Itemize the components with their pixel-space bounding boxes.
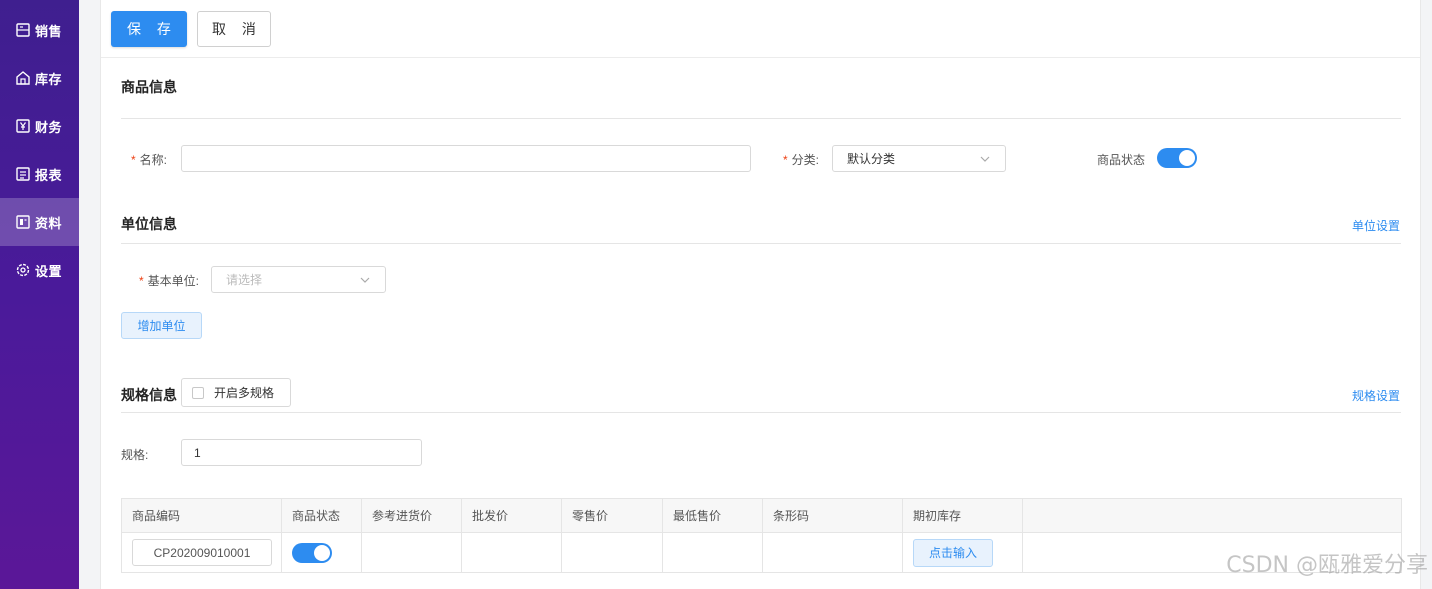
sidebar-item-sales[interactable]: 销售 [0, 6, 79, 54]
main-panel: 保 存 取 消 商品信息 * 名称: * 分类: 默认分类 商品状态 单位信息 单位… [100, 0, 1421, 589]
spec-input[interactable]: 1 [181, 439, 422, 466]
checkbox-icon [192, 386, 204, 399]
cell-min-price[interactable] [662, 532, 763, 573]
col-header-min-price: 最低售价 [662, 498, 763, 533]
base-unit-select[interactable]: 请选择 [211, 266, 386, 293]
col-header-barcode: 条形码 [762, 498, 903, 533]
status-label: 商品状态 [1097, 153, 1146, 167]
sidebar-item-label: 资料 [35, 215, 63, 231]
col-header-extra [1022, 498, 1402, 533]
warehouse-icon [16, 71, 30, 85]
sku-table: 商品编码 商品状态 参考进货价 批发价 零售价 最低售价 条形码 期初库存 CP… [121, 498, 1402, 573]
toolbar: 保 存 取 消 [101, 0, 1420, 58]
cell-retail-price[interactable] [561, 532, 663, 573]
cell-ref-purchase-price[interactable] [361, 532, 462, 573]
sidebar-item-label: 报表 [35, 167, 63, 183]
row-status-switch[interactable] [292, 542, 332, 563]
multi-spec-checkbox[interactable]: 开启多规格 [181, 378, 291, 407]
sidebar-item-label: 财务 [35, 119, 63, 135]
cell-code: CP202009010001 [121, 532, 282, 573]
cancel-button[interactable]: 取 消 [197, 11, 271, 47]
chevron-down-icon [980, 156, 990, 162]
section-title-spec-info: 规格信息 [121, 387, 177, 403]
sidebar: 销售 库存 财务 报表 资料 设置 [0, 0, 79, 589]
col-header-code: 商品编码 [121, 498, 282, 533]
sidebar-item-label: 销售 [35, 23, 63, 39]
table-row: CP202009010001 点击输入 [121, 532, 1402, 573]
product-status-switch[interactable] [1157, 148, 1197, 168]
yen-icon [16, 119, 30, 133]
sidebar-item-finance[interactable]: 财务 [0, 102, 79, 150]
category-select[interactable]: 默认分类 [832, 145, 1006, 172]
col-header-wholesale-price: 批发价 [461, 498, 562, 533]
divider [121, 118, 1401, 119]
gear-icon [16, 263, 30, 277]
multi-spec-label: 开启多规格 [214, 386, 275, 400]
report-icon [16, 167, 30, 181]
section-title-product-info: 商品信息 [121, 79, 177, 95]
unit-settings-link[interactable]: 单位设置 [1352, 217, 1400, 234]
cell-wholesale-price[interactable] [461, 532, 562, 573]
col-header-opening-stock: 期初库存 [902, 498, 1023, 533]
category-label: * 分类: [783, 153, 820, 167]
sidebar-item-label: 库存 [35, 71, 63, 87]
name-label: * 名称: [131, 153, 168, 167]
sidebar-item-inventory[interactable]: 库存 [0, 54, 79, 102]
cell-opening-stock: 点击输入 [902, 532, 1023, 573]
divider [121, 412, 1401, 413]
name-input[interactable] [181, 145, 751, 172]
category-select-value: 默认分类 [847, 152, 896, 166]
document-icon [16, 215, 30, 229]
cell-barcode[interactable] [762, 532, 903, 573]
sidebar-item-reports[interactable]: 报表 [0, 150, 79, 198]
cell-status [281, 532, 362, 573]
col-header-ref-purchase-price: 参考进货价 [361, 498, 462, 533]
col-header-retail-price: 零售价 [561, 498, 663, 533]
table-header-row: 商品编码 商品状态 参考进货价 批发价 零售价 最低售价 条形码 期初库存 [121, 498, 1402, 533]
save-button[interactable]: 保 存 [111, 11, 187, 47]
opening-stock-input-button[interactable]: 点击输入 [913, 538, 993, 567]
section-title-unit-info: 单位信息 [121, 216, 177, 232]
spec-settings-link[interactable]: 规格设置 [1352, 387, 1400, 404]
base-unit-placeholder: 请选择 [226, 273, 263, 287]
product-code-input[interactable]: CP202009010001 [132, 539, 272, 566]
spec-label: 规格: [121, 448, 149, 462]
base-unit-label: * 基本单位: [139, 274, 200, 288]
receipt-icon [16, 23, 30, 37]
sidebar-item-settings[interactable]: 设置 [0, 246, 79, 294]
divider [121, 243, 1401, 244]
sidebar-item-data[interactable]: 资料 [0, 198, 79, 246]
col-header-status: 商品状态 [281, 498, 362, 533]
chevron-down-icon [360, 277, 370, 283]
sidebar-item-label: 设置 [35, 263, 63, 279]
watermark: CSDN @瓯雅爱分享 [1226, 553, 1428, 578]
add-unit-button[interactable]: 增加单位 [121, 312, 202, 339]
